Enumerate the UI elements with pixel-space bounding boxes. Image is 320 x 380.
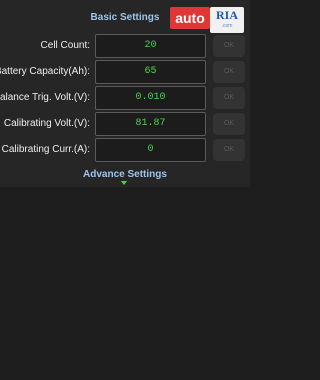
balance-trig-volt-row: Balance Trig. Volt.(V): 0.010 OK: [0, 86, 250, 110]
balance-trig-volt-input[interactable]: 0.010: [95, 86, 206, 110]
calibrating-volt-ok-button[interactable]: OK: [213, 113, 245, 135]
balance-trig-volt-label: Balance Trig. Volt.(V):: [0, 92, 90, 103]
autoria-watermark-logo: auto RIA .com: [170, 7, 246, 33]
logo-ria-sub: .com: [221, 23, 233, 29]
battery-capacity-label: Battery Capacity(Ah):: [0, 66, 90, 77]
logo-ria-text: RIA: [215, 8, 238, 22]
battery-capacity-ok-button[interactable]: OK: [213, 61, 245, 83]
cell-count-ok-button[interactable]: OK: [213, 35, 245, 57]
calibrating-curr-input[interactable]: 0: [95, 138, 206, 162]
battery-capacity-row: Battery Capacity(Ah): 65 OK: [0, 60, 250, 84]
calibrating-curr-label: Calibrating Curr.(A):: [1, 144, 90, 155]
logo-ria-box: RIA .com: [210, 7, 244, 33]
calibrating-curr-row: Calibrating Curr.(A): 0 OK: [0, 138, 250, 162]
calibrating-volt-label: Calibrating Volt.(V):: [3, 118, 90, 129]
advance-settings-toggle[interactable]: Advance Settings: [0, 169, 250, 180]
calibrating-volt-row: Calibrating Volt.(V): 81.87 OK: [0, 112, 250, 136]
calibrating-volt-input[interactable]: 81.87: [95, 112, 206, 136]
cell-count-label: Cell Count:: [40, 40, 90, 51]
expand-arrow-icon[interactable]: [121, 181, 127, 185]
cell-count-row: Cell Count: 20 OK: [0, 34, 250, 58]
cell-count-input[interactable]: 20: [95, 34, 206, 58]
calibrating-curr-ok-button[interactable]: OK: [213, 139, 245, 161]
logo-auto-text: auto: [170, 7, 210, 29]
balance-trig-volt-ok-button[interactable]: OK: [213, 87, 245, 109]
battery-capacity-input[interactable]: 65: [95, 60, 206, 84]
